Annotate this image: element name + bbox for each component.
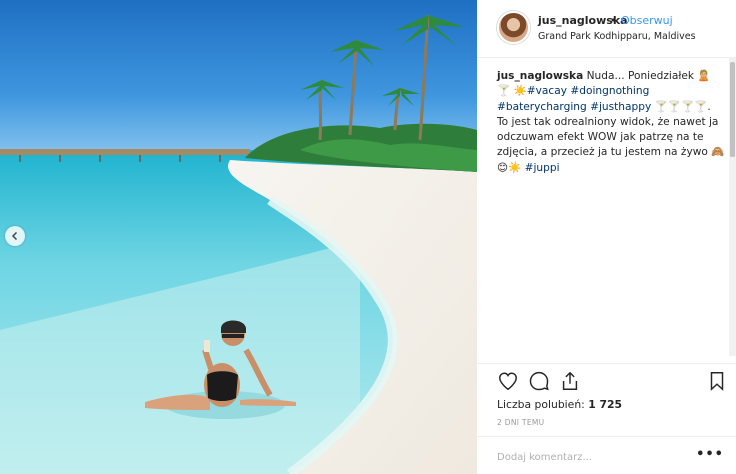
heart-icon <box>499 372 517 391</box>
hashtag-link[interactable]: #baterycharging <box>497 101 587 113</box>
more-options-button[interactable]: ••• <box>696 447 724 462</box>
action-bar <box>477 363 736 397</box>
previous-photo-button[interactable] <box>5 226 25 246</box>
beach-image <box>0 0 477 474</box>
scrollbar-thumb[interactable] <box>730 62 735 157</box>
follow-button[interactable]: Obserwuj <box>621 14 673 27</box>
caption-text: 😊☀️ <box>497 161 522 174</box>
comment-input[interactable] <box>497 449 697 465</box>
location-link[interactable]: Grand Park Kodhipparu, Maldives <box>538 31 696 42</box>
comment-icon <box>529 371 549 391</box>
post-timestamp[interactable]: 2 DNI TEMU <box>497 418 544 427</box>
save-button[interactable] <box>706 370 728 392</box>
chevron-left-icon <box>11 231 18 241</box>
share-icon <box>562 371 578 390</box>
caption-username[interactable]: jus_naglowska <box>497 70 583 82</box>
post-header: jus_naglowska • Obserwuj Grand Park Kodh… <box>477 0 736 58</box>
bookmark-icon <box>710 372 724 391</box>
hashtag-link[interactable]: #justhappy <box>590 101 651 113</box>
post-caption: jus_naglowska Nuda... Poniedziałek 🙎🏼 🍸 … <box>497 69 725 176</box>
likes-count[interactable]: Liczba polubień: 1 725 <box>497 398 622 411</box>
avatar[interactable] <box>497 11 530 44</box>
hashtag-link[interactable]: #juppi <box>525 162 560 174</box>
share-button[interactable] <box>559 370 581 392</box>
hashtag-link[interactable]: #doingnothing <box>570 85 649 97</box>
post-panel: jus_naglowska • Obserwuj Grand Park Kodh… <box>477 0 736 474</box>
likes-label: Liczba polubień: <box>497 398 585 411</box>
comment-bar: ••• <box>477 436 736 474</box>
post-photo <box>0 0 477 474</box>
separator-dot: • <box>610 14 617 27</box>
caption-text: ☀️ <box>513 85 527 98</box>
likes-number: 1 725 <box>588 398 623 411</box>
like-button[interactable] <box>497 370 519 392</box>
comment-button[interactable] <box>528 370 550 392</box>
hashtag-link[interactable]: #vacay <box>527 85 567 97</box>
